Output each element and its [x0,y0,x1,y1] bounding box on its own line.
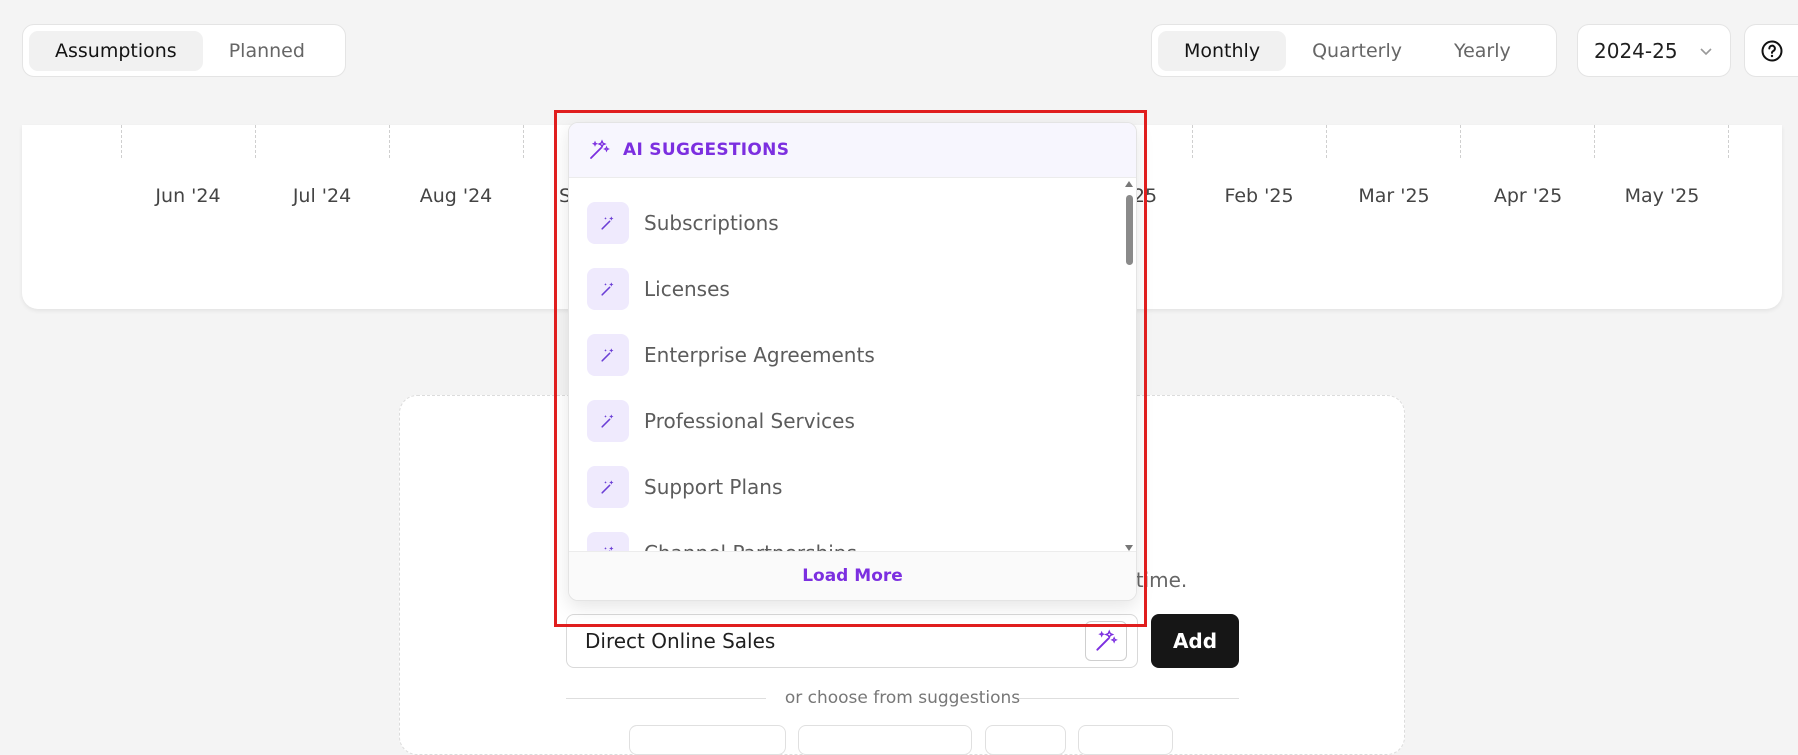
period-toggle: Monthly Quarterly Yearly [1151,24,1557,77]
month-gridline [1192,125,1193,158]
chevron-down-icon [1700,47,1712,55]
suggestion-chip[interactable] [798,725,972,755]
suggestion-chip[interactable] [985,725,1066,755]
tab-monthly[interactable]: Monthly [1158,30,1287,71]
suggestion-chip[interactable] [1078,725,1173,755]
month-gridline [1594,125,1595,158]
month-gridline [255,125,256,158]
month-gridline [1728,125,1729,158]
question-circle-icon [1761,40,1782,61]
month-gridline [1460,125,1461,158]
month-label: Mar '25 [1358,185,1430,207]
month-gridline [121,125,122,158]
highlight-box [554,110,1147,627]
month-label: May '25 [1624,185,1700,207]
magic-wand-sparkle-icon [1096,629,1118,651]
fiscal-year-value: 2024-25 [1594,38,1678,63]
help-button[interactable] [1744,24,1798,77]
suggestion-chip[interactable] [629,725,786,755]
tab-yearly[interactable]: Yearly [1428,31,1537,71]
view-toggle: Assumptions Planned [22,24,346,77]
tab-planned[interactable]: Planned [203,31,331,71]
fiscal-year-select[interactable]: 2024-25 [1577,24,1731,77]
month-label: Aug '24 [419,185,493,207]
month-label: Apr '25 [1493,185,1563,207]
month-gridline [389,125,390,158]
month-gridline [1326,125,1327,158]
month-label: Jul '24 [292,185,352,207]
tab-quarterly[interactable]: Quarterly [1286,31,1428,71]
month-label: Jun '24 [155,185,221,207]
month-label: Feb '25 [1224,185,1294,207]
ai-suggest-button[interactable] [1085,621,1127,661]
add-button[interactable]: Add [1151,614,1239,668]
tab-assumptions[interactable]: Assumptions [29,30,203,71]
suggestions-divider: or choose from suggestions [566,688,1239,708]
month-gridline [523,125,524,158]
